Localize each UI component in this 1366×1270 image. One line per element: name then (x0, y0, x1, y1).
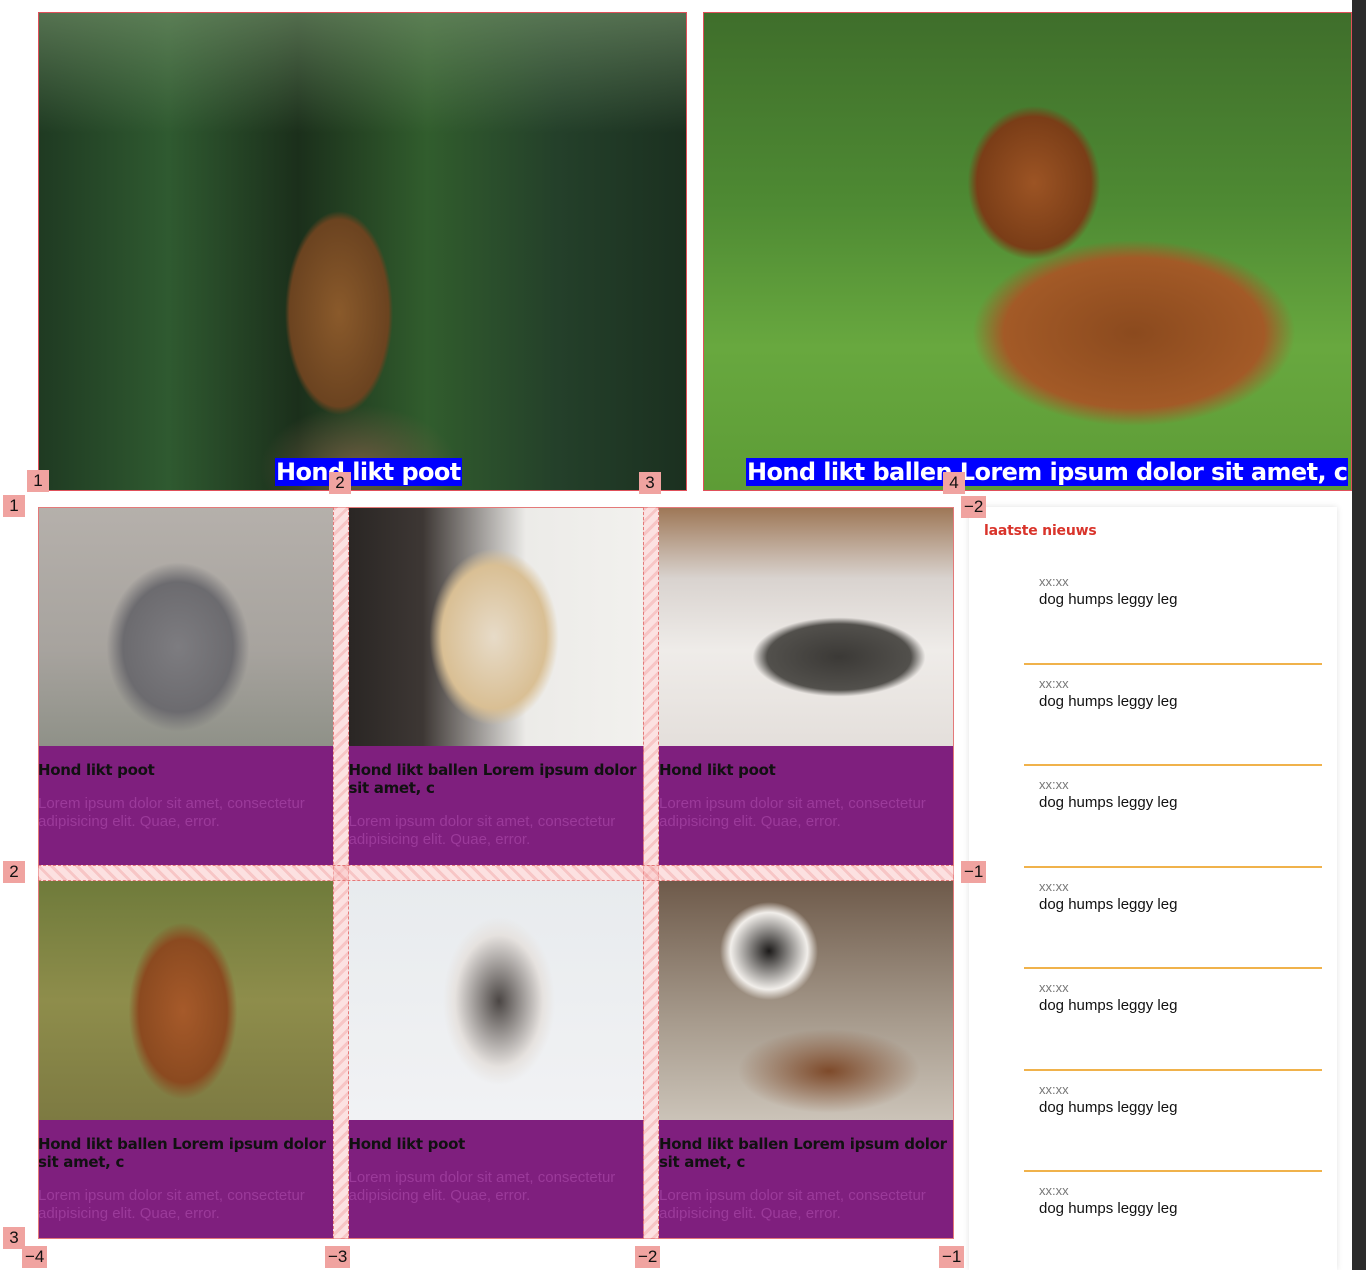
card-image (659, 881, 954, 1120)
news-item[interactable]: xx:xx dog humps leggy leg (1024, 1172, 1322, 1270)
card-title: Hond likt poot (38, 761, 155, 779)
grid-line-label: 2 (329, 472, 351, 494)
news-item[interactable]: xx:xx dog humps leggy leg (1024, 868, 1322, 969)
hero-caption[interactable]: Hond likt poot (275, 458, 462, 486)
grid-line-label: 1 (27, 470, 49, 492)
card[interactable]: Hond likt ballen Lorem ipsum dolor sit a… (659, 881, 954, 1239)
card-image (348, 881, 644, 1120)
news-time: xx:xx (1039, 878, 1069, 894)
card-text: Lorem ipsum dolor sit amet, consectetur … (659, 1187, 926, 1222)
grid-line-label: −2 (635, 1246, 661, 1268)
grid-line-label: 3 (639, 472, 661, 494)
grid-line-label: 1 (3, 495, 25, 517)
card[interactable]: Hond likt ballen Lorem ipsum dolor sit a… (348, 507, 644, 865)
news-list: xx:xx dog humps leggy leg xx:xx dog hump… (969, 563, 1337, 1270)
grid-line-label: −1 (939, 1246, 965, 1268)
card[interactable]: Hond likt poot Lorem ipsum dolor sit ame… (348, 881, 644, 1239)
news-item[interactable]: xx:xx dog humps leggy leg (1024, 1071, 1322, 1172)
grid-line-label: −2 (961, 496, 987, 518)
card-image (348, 507, 644, 746)
news-text: dog humps leggy leg (1039, 1200, 1178, 1217)
grid-line-label: 4 (943, 472, 965, 494)
news-time: xx:xx (1039, 1081, 1069, 1097)
card[interactable]: Hond likt ballen Lorem ipsum dolor sit a… (38, 881, 333, 1239)
card-title: Hond likt poot (348, 1135, 466, 1153)
card-text: Lorem ipsum dolor sit amet, consectetur … (659, 795, 926, 830)
news-text: dog humps leggy leg (1039, 591, 1178, 608)
card-title: Hond likt ballen Lorem ipsum dolor sit a… (348, 761, 637, 797)
grid-line-label: −1 (961, 861, 987, 883)
card-text: Lorem ipsum dolor sit amet, consectetur … (348, 1169, 616, 1204)
news-text: dog humps leggy leg (1039, 997, 1178, 1014)
hero-image-1[interactable]: Hond likt poot (38, 12, 687, 491)
news-time: xx:xx (1039, 777, 1069, 792)
news-sidebar: laatste nieuws xx:xx dog humps leggy leg… (969, 507, 1337, 1270)
hero-image-2[interactable]: Hond likt ballen Lorem ipsum dolor sit a… (703, 12, 1352, 491)
card-text: Lorem ipsum dolor sit amet, consectetur … (348, 813, 616, 848)
news-item[interactable]: xx:xx dog humps leggy leg (1024, 766, 1322, 868)
grid-line-label: −4 (22, 1246, 48, 1268)
scrollbar[interactable] (1352, 0, 1366, 1270)
hero-caption[interactable]: Hond likt ballen Lorem ipsum dolor sit a… (746, 458, 1349, 486)
grid-line-label: 3 (3, 1227, 25, 1249)
card[interactable]: Hond likt poot Lorem ipsum dolor sit ame… (659, 507, 954, 865)
news-time: xx:xx (1039, 675, 1069, 691)
card-title: Hond likt ballen Lorem ipsum dolor sit a… (659, 1135, 947, 1171)
card-title: Hond likt poot (659, 761, 776, 779)
news-item[interactable]: xx:xx dog humps leggy leg (1024, 563, 1322, 665)
card-image (38, 507, 333, 746)
news-time: xx:xx (1039, 574, 1069, 589)
card-text: Lorem ipsum dolor sit amet, consectetur … (38, 1187, 305, 1222)
grid-line-label: −3 (325, 1246, 351, 1268)
news-item[interactable]: xx:xx dog humps leggy leg (1024, 665, 1322, 766)
grid-row-gap (38, 865, 954, 881)
card-image (659, 507, 954, 746)
news-time: xx:xx (1039, 980, 1069, 995)
news-text: dog humps leggy leg (1039, 1098, 1178, 1116)
card[interactable]: Hond likt poot Lorem ipsum dolor sit ame… (38, 507, 333, 865)
news-text: dog humps leggy leg (1039, 794, 1178, 811)
news-text: dog humps leggy leg (1039, 895, 1178, 913)
news-item[interactable]: xx:xx dog humps leggy leg (1024, 969, 1322, 1071)
card-image (38, 881, 333, 1120)
card-title: Hond likt ballen Lorem ipsum dolor sit a… (38, 1135, 326, 1171)
news-text: dog humps leggy leg (1039, 692, 1178, 710)
sidebar-title: laatste nieuws (984, 523, 1097, 539)
grid-line-label: 2 (3, 861, 25, 883)
card-text: Lorem ipsum dolor sit amet, consectetur … (38, 795, 305, 830)
news-time: xx:xx (1039, 1183, 1069, 1198)
